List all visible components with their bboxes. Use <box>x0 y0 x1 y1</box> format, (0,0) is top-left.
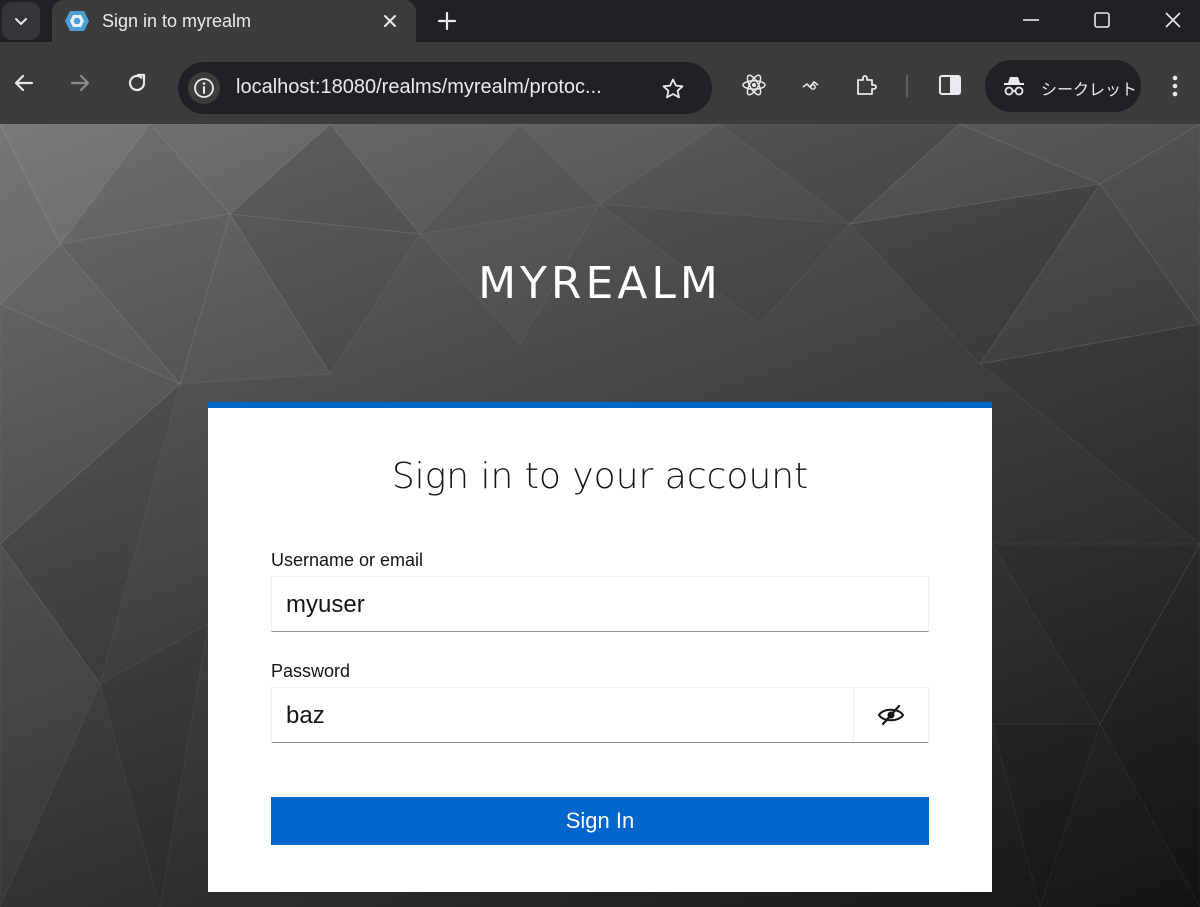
browser-menu-button[interactable] <box>1160 71 1190 101</box>
window-close-button[interactable] <box>1150 4 1196 36</box>
back-button[interactable] <box>8 67 40 99</box>
kebab-menu-icon <box>1172 75 1178 97</box>
side-panel-icon <box>939 75 961 95</box>
eye-slash-icon <box>877 704 905 726</box>
username-value: myuser <box>286 591 365 618</box>
toggle-password-visibility-button[interactable] <box>853 688 928 742</box>
forward-button[interactable] <box>64 67 96 99</box>
address-text[interactable]: localhost:18080/realms/myrealm/protoc... <box>236 76 646 99</box>
login-card: Sign in to your account Username or emai… <box>208 402 992 892</box>
extensions-menu-button[interactable] <box>852 71 880 99</box>
active-tab[interactable]: Sign in to myrealm <box>52 0 416 42</box>
card-title: Sign in to your account <box>391 456 809 497</box>
minimize-button[interactable] <box>1008 4 1054 36</box>
username-label: Username or email <box>271 550 424 570</box>
username-field[interactable]: myuser <box>271 576 929 632</box>
site-info-button[interactable] <box>188 72 220 104</box>
maximize-button[interactable] <box>1079 4 1125 36</box>
reload-icon <box>128 73 146 92</box>
bookmark-button[interactable] <box>658 74 688 104</box>
login-page: MYREALM Sign in to your account Username… <box>0 124 1200 907</box>
plus-icon <box>437 11 457 31</box>
tab-search-button[interactable] <box>2 2 40 40</box>
window-close-icon <box>1165 12 1181 28</box>
toolbar-separator <box>906 75 908 97</box>
browser-toolbar: localhost:18080/realms/myrealm/protoc... <box>0 42 1200 124</box>
back-icon <box>14 74 34 92</box>
keycloak-favicon-icon <box>65 11 89 31</box>
tab-close-button[interactable] <box>378 9 402 33</box>
new-tab-button[interactable] <box>432 6 462 36</box>
maximize-icon <box>1094 12 1110 28</box>
puzzle-icon <box>857 75 877 95</box>
password-label: Password <box>271 661 351 681</box>
realm-title: MYREALM <box>478 258 722 309</box>
tab-title: Sign in to myrealm <box>102 11 252 31</box>
password-value: baz <box>286 702 325 729</box>
info-icon <box>194 78 214 98</box>
incognito-indicator[interactable]: シークレット <box>985 60 1141 112</box>
side-panel-button[interactable] <box>936 71 964 99</box>
reload-button[interactable] <box>121 67 153 99</box>
password-field[interactable]: baz <box>271 687 929 743</box>
address-bar[interactable]: localhost:18080/realms/myrealm/protoc... <box>178 62 712 114</box>
incognito-icon <box>1004 77 1024 96</box>
incognito-label: シークレット <box>1041 82 1138 99</box>
extension-icon <box>802 80 819 90</box>
minimize-icon <box>1023 19 1039 21</box>
forward-icon <box>70 74 90 92</box>
tab-strip: Sign in to myrealm <box>0 0 1200 42</box>
react-devtools-extension[interactable] <box>740 71 768 99</box>
star-icon <box>662 78 684 99</box>
close-icon <box>384 15 396 27</box>
react-devtools-icon <box>742 74 766 96</box>
chevron-down-icon <box>15 18 27 26</box>
extension-button[interactable] <box>797 71 825 99</box>
sign-in-button[interactable]: Sign In <box>271 797 929 845</box>
